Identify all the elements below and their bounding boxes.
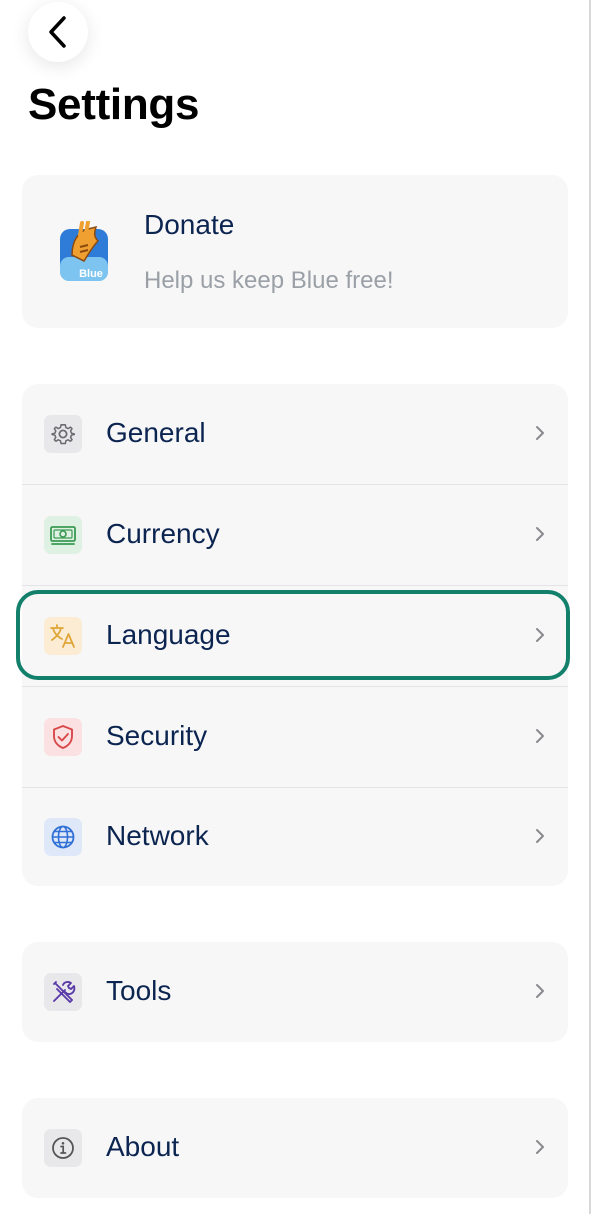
menu-item-general[interactable]: General [22,384,568,485]
chevron-right-icon [536,1140,544,1154]
menu-item-tools[interactable]: Tools [22,942,568,1042]
menu-item-language[interactable]: Language [22,586,568,687]
menu-item-label: Tools [106,975,172,1006]
chevron-right-icon [536,628,544,642]
menu-item-label: Security [106,720,208,751]
chevron-right-icon [536,527,544,541]
tools-icon [44,973,82,1011]
menu-item-network[interactable]: Network [22,787,568,887]
chevron-right-icon [536,729,544,743]
info-icon [44,1129,82,1167]
shield-check-icon [44,718,82,756]
banknote-icon [44,516,82,554]
donate-title: Donate [144,209,235,240]
bluewallet-logo: Blue [60,221,108,281]
globe-icon [44,818,82,856]
chevron-right-icon [536,829,544,843]
back-button[interactable] [28,2,88,62]
menu-item-label: Language [106,619,231,650]
menu-item-security[interactable]: Security [22,687,568,788]
settings-group-tools: Tools [22,942,568,1042]
gear-icon [44,415,82,453]
menu-item-label: General [106,417,206,448]
donate-card[interactable]: Blue Donate Help us keep Blue free! [22,175,568,328]
menu-item-label: About [106,1131,180,1162]
menu-item-currency[interactable]: Currency [22,485,568,586]
menu-item-label: Currency [106,518,220,549]
page-title: Settings [28,80,200,129]
settings-group-main: General Currency Language Security Netwo… [22,384,568,886]
chevron-left-icon [49,16,66,48]
chevron-right-icon [536,426,544,440]
menu-item-label: Network [106,820,209,851]
menu-item-about[interactable]: About [22,1098,568,1198]
svg-text:Blue: Blue [79,268,103,280]
settings-group-about: About [22,1098,568,1198]
donate-subtitle: Help us keep Blue free! [144,267,394,294]
chevron-right-icon [536,984,544,998]
translate-icon [44,617,82,655]
